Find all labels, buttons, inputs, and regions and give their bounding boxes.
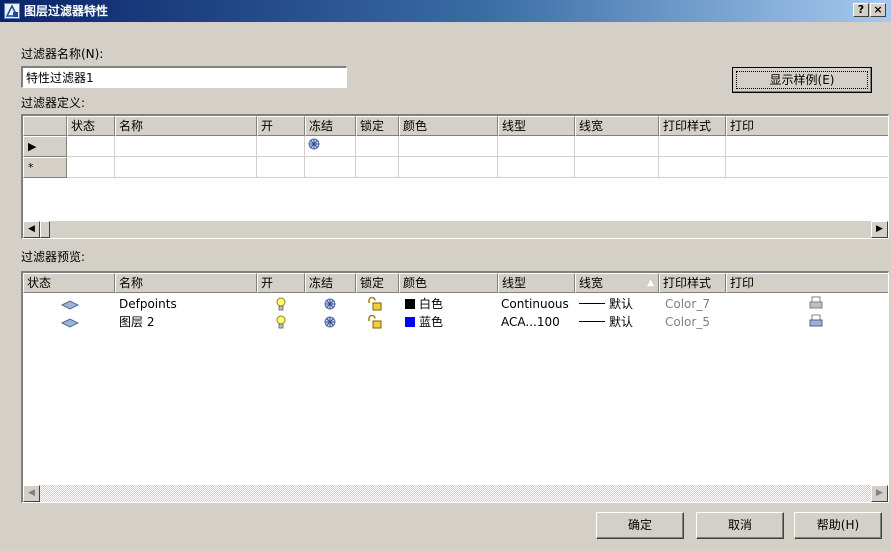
- def-new-cell[interactable]: [115, 157, 257, 178]
- scroll-left-button[interactable]: ◀: [23, 485, 40, 502]
- lightbulb-icon[interactable]: [275, 315, 287, 335]
- scroll-right-button[interactable]: ▶: [871, 485, 888, 502]
- layer-status-icon: [60, 316, 80, 334]
- sort-indicator-icon: ▲: [647, 278, 654, 288]
- def-cell-freeze[interactable]: [305, 136, 356, 157]
- help-title-button[interactable]: ?: [853, 3, 869, 17]
- ok-button[interactable]: 确定: [596, 512, 684, 539]
- list-item[interactable]: 图层 2 蓝色 ACA...100 默认 Color_5: [23, 313, 888, 331]
- def-new-cell[interactable]: [575, 157, 659, 178]
- col-lineweight[interactable]: 线宽: [575, 116, 659, 136]
- pcol-plot[interactable]: 打印: [726, 273, 888, 293]
- show-example-button[interactable]: 显示样例(E): [732, 67, 872, 93]
- show-example-label: 显示样例(E): [736, 71, 868, 89]
- linetype-value[interactable]: ACA...100: [501, 313, 560, 331]
- def-cell-plot[interactable]: [726, 136, 888, 157]
- row-header-corner: [23, 116, 67, 136]
- col-linetype[interactable]: 线型: [498, 116, 575, 136]
- definition-hscrollbar[interactable]: ◀ ▶: [23, 221, 888, 238]
- lineweight-sample: [579, 303, 605, 304]
- pcol-plot-style[interactable]: 打印样式: [659, 273, 726, 293]
- def-cell-plot-style[interactable]: [659, 136, 726, 157]
- unlocked-icon[interactable]: [367, 314, 383, 334]
- layer-name: Defpoints: [119, 297, 177, 311]
- scroll-right-button[interactable]: ▶: [871, 221, 888, 238]
- def-new-cell[interactable]: [726, 157, 888, 178]
- current-row-marker[interactable]: ▶: [23, 136, 67, 157]
- def-new-cell[interactable]: [356, 157, 399, 178]
- plot-style-value: Color_7: [665, 297, 710, 311]
- def-new-cell[interactable]: [498, 157, 575, 178]
- def-cell-color[interactable]: [399, 136, 498, 157]
- col-freeze[interactable]: 冻结: [305, 116, 356, 136]
- col-name[interactable]: 名称: [115, 116, 257, 136]
- list-item[interactable]: Defpoints 白色 Continuous 默认 Color_7: [23, 295, 888, 313]
- help-button[interactable]: 帮助(H): [794, 512, 882, 539]
- col-lock[interactable]: 锁定: [356, 116, 399, 136]
- scroll-thumb[interactable]: [40, 221, 50, 238]
- freeze-icon: [308, 138, 320, 150]
- close-button[interactable]: ×: [870, 3, 886, 17]
- pcol-lock[interactable]: 锁定: [356, 273, 399, 293]
- def-new-cell[interactable]: [659, 157, 726, 178]
- def-cell-linetype[interactable]: [498, 136, 575, 157]
- color-value[interactable]: 蓝色: [405, 313, 443, 331]
- window-title: 图层过滤器特性: [24, 4, 109, 18]
- def-new-cell[interactable]: [67, 157, 115, 178]
- scroll-left-button[interactable]: ◀: [23, 221, 40, 238]
- def-new-cell[interactable]: [399, 157, 498, 178]
- color-name: 白色: [419, 297, 444, 311]
- linetype-value[interactable]: Continuous: [501, 295, 569, 313]
- lineweight-sample: [579, 321, 605, 322]
- filter-preview-label: 过滤器预览:: [21, 250, 86, 264]
- pcol-lineweight-label: 线宽: [579, 276, 604, 290]
- def-cell-on[interactable]: [257, 136, 305, 157]
- color-swatch: [405, 299, 415, 309]
- new-row-marker[interactable]: *: [23, 157, 67, 178]
- lineweight-text: 默认: [609, 315, 634, 329]
- color-value[interactable]: 白色: [405, 295, 443, 313]
- filter-name-label: 过滤器名称(N):: [21, 47, 104, 61]
- def-cell-status[interactable]: [67, 136, 115, 157]
- cancel-button[interactable]: 取消: [696, 512, 784, 539]
- pcol-on[interactable]: 开: [257, 273, 305, 293]
- lineweight-text: 默认: [609, 297, 634, 311]
- col-color[interactable]: 颜色: [399, 116, 498, 136]
- def-cell-lock[interactable]: [356, 136, 399, 157]
- filter-definition-grid[interactable]: 状态 名称 开 冻结 锁定 颜色 线型 线宽 打印样式 打印 ▶ * ◀ ▶: [21, 114, 889, 239]
- pcol-status[interactable]: 状态: [23, 273, 115, 293]
- preview-hscrollbar[interactable]: ◀ ▶: [23, 485, 888, 502]
- pcol-name[interactable]: 名称: [115, 273, 257, 293]
- col-status[interactable]: 状态: [67, 116, 115, 136]
- filter-name-input[interactable]: 特性过滤器1: [21, 66, 347, 88]
- pcol-linetype[interactable]: 线型: [498, 273, 575, 293]
- layer-name: 图层 2: [119, 315, 155, 329]
- layer-filter-app-icon: [4, 3, 20, 19]
- col-on[interactable]: 开: [257, 116, 305, 136]
- pcol-color[interactable]: 颜色: [399, 273, 498, 293]
- printer-icon[interactable]: [808, 314, 824, 334]
- def-new-cell[interactable]: [257, 157, 305, 178]
- lineweight-value[interactable]: 默认: [579, 295, 633, 313]
- col-plot-style[interactable]: 打印样式: [659, 116, 726, 136]
- lineweight-value[interactable]: 默认: [579, 313, 633, 331]
- freeze-icon[interactable]: [323, 315, 337, 334]
- def-new-cell[interactable]: [305, 157, 356, 178]
- def-cell-name[interactable]: [115, 136, 257, 157]
- title-bar[interactable]: 图层过滤器特性 ? ×: [0, 0, 891, 22]
- plot-style-value: Color_5: [665, 315, 710, 329]
- pcol-freeze[interactable]: 冻结: [305, 273, 356, 293]
- col-plot[interactable]: 打印: [726, 116, 888, 136]
- filter-definition-label: 过滤器定义:: [21, 96, 86, 110]
- pcol-lineweight[interactable]: 线宽 ▲: [575, 273, 659, 293]
- color-swatch: [405, 317, 415, 327]
- filter-preview-list[interactable]: 状态 名称 开 冻结 锁定 颜色 线型 线宽 ▲ 打印样式 打印 Defpoin…: [21, 271, 889, 503]
- color-name: 蓝色: [419, 315, 444, 329]
- def-cell-lineweight[interactable]: [575, 136, 659, 157]
